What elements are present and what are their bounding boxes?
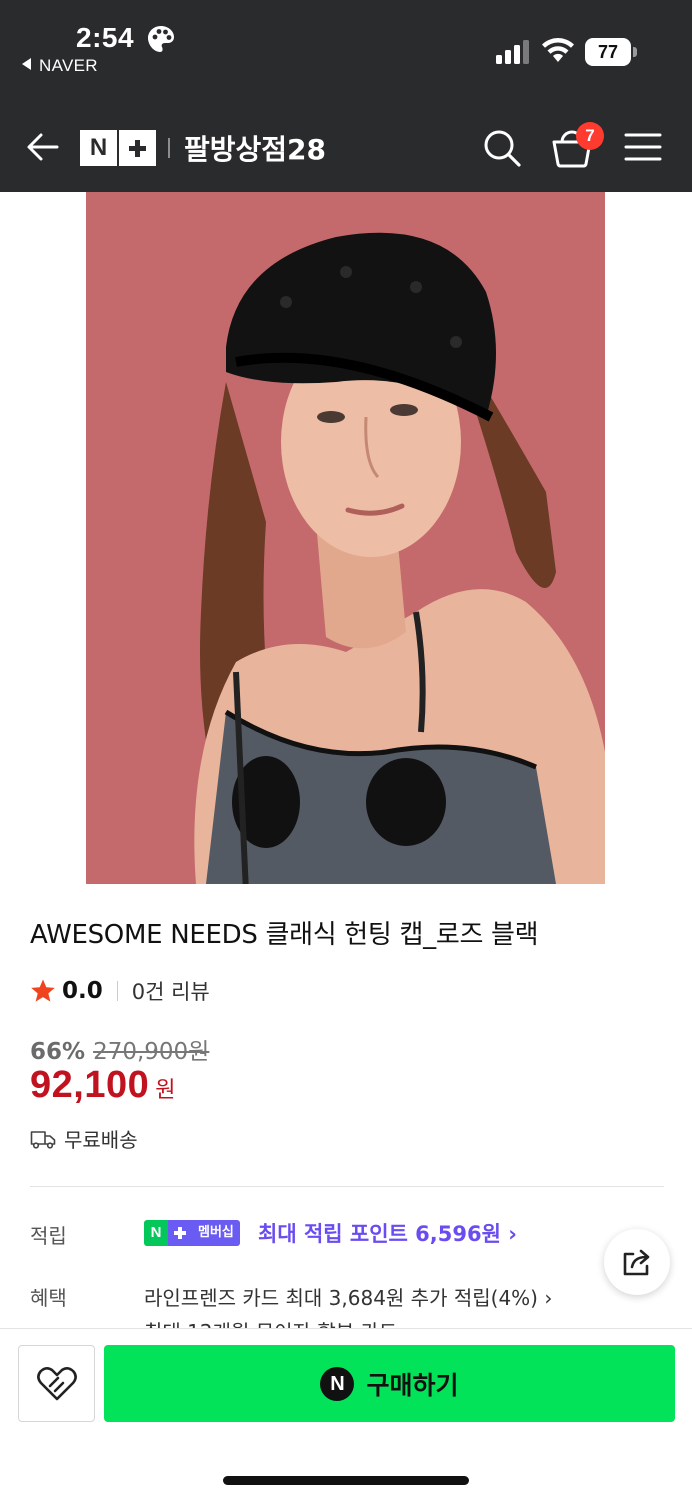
- naverpay-icon: N: [320, 1366, 355, 1401]
- original-price: 270,900원: [93, 1039, 210, 1065]
- rating-row[interactable]: 0.0 0건 리뷰: [30, 976, 210, 1006]
- cellular-signal-icon: [496, 40, 529, 64]
- shipping-row: 무료배송: [30, 1124, 138, 1153]
- store-name[interactable]: 팔방상점28: [184, 128, 326, 168]
- discount-rate: 66%: [30, 1039, 86, 1065]
- share-button[interactable]: [604, 1229, 670, 1295]
- section-divider: [30, 1186, 664, 1187]
- currency-unit: 원: [155, 1078, 176, 1103]
- back-arrow-icon[interactable]: [26, 130, 60, 164]
- home-indicator[interactable]: [223, 1476, 469, 1485]
- plus-icon: [119, 130, 156, 166]
- share-icon: [623, 1249, 650, 1276]
- review-count[interactable]: 0건 리뷰: [132, 976, 210, 1006]
- shipping-text: 무료배송: [64, 1128, 138, 1152]
- discount-row: 66% 270,900원: [30, 1032, 209, 1066]
- buy-button[interactable]: N 구매하기: [104, 1345, 675, 1422]
- points-label: 적립: [30, 1224, 67, 1248]
- rating-value: 0.0: [62, 978, 103, 1004]
- product-title: AWESOME NEEDS 클래식 헌팅 캡_로즈 블랙: [30, 920, 539, 950]
- product-photo-illustration: [86, 192, 605, 884]
- search-icon[interactable]: [482, 128, 522, 168]
- price-row: 92,100 원: [30, 1064, 175, 1107]
- battery-indicator: 77: [585, 38, 637, 66]
- rating-divider: [116, 981, 118, 1001]
- header-divider: [168, 138, 170, 158]
- badge-plus-icon: [168, 1220, 192, 1246]
- back-to-app[interactable]: NAVER: [22, 56, 98, 76]
- back-triangle-icon: [22, 58, 31, 70]
- star-icon: [31, 979, 55, 1002]
- palette-icon: [148, 26, 174, 52]
- status-time: 2:54: [76, 22, 135, 53]
- heart-icon: [36, 1366, 77, 1400]
- buy-label: 구매하기: [366, 1370, 459, 1400]
- max-points-link[interactable]: 최대 적립 포인트 6,596원 ›: [258, 1218, 517, 1248]
- card-benefit-link[interactable]: 라인프렌즈 카드 최대 3,684원 추가 적립(4%) ›: [144, 1282, 552, 1311]
- sale-price: 92,100: [30, 1064, 150, 1106]
- wishlist-button[interactable]: [18, 1345, 95, 1422]
- cart-count-badge: 7: [576, 122, 604, 150]
- nplus-logo[interactable]: N: [80, 130, 156, 166]
- benefit-label: 혜택: [30, 1286, 67, 1310]
- truck-icon: [30, 1130, 56, 1149]
- battery-tip: [633, 47, 637, 57]
- top-bar: 2:54 NAVER 77 N 팔방상점28 7: [0, 0, 692, 192]
- hamburger-menu-icon[interactable]: [624, 132, 662, 162]
- wifi-icon: [542, 38, 574, 62]
- nplus-membership-badge: N 멤버십: [144, 1220, 240, 1246]
- product-image[interactable]: [86, 192, 605, 884]
